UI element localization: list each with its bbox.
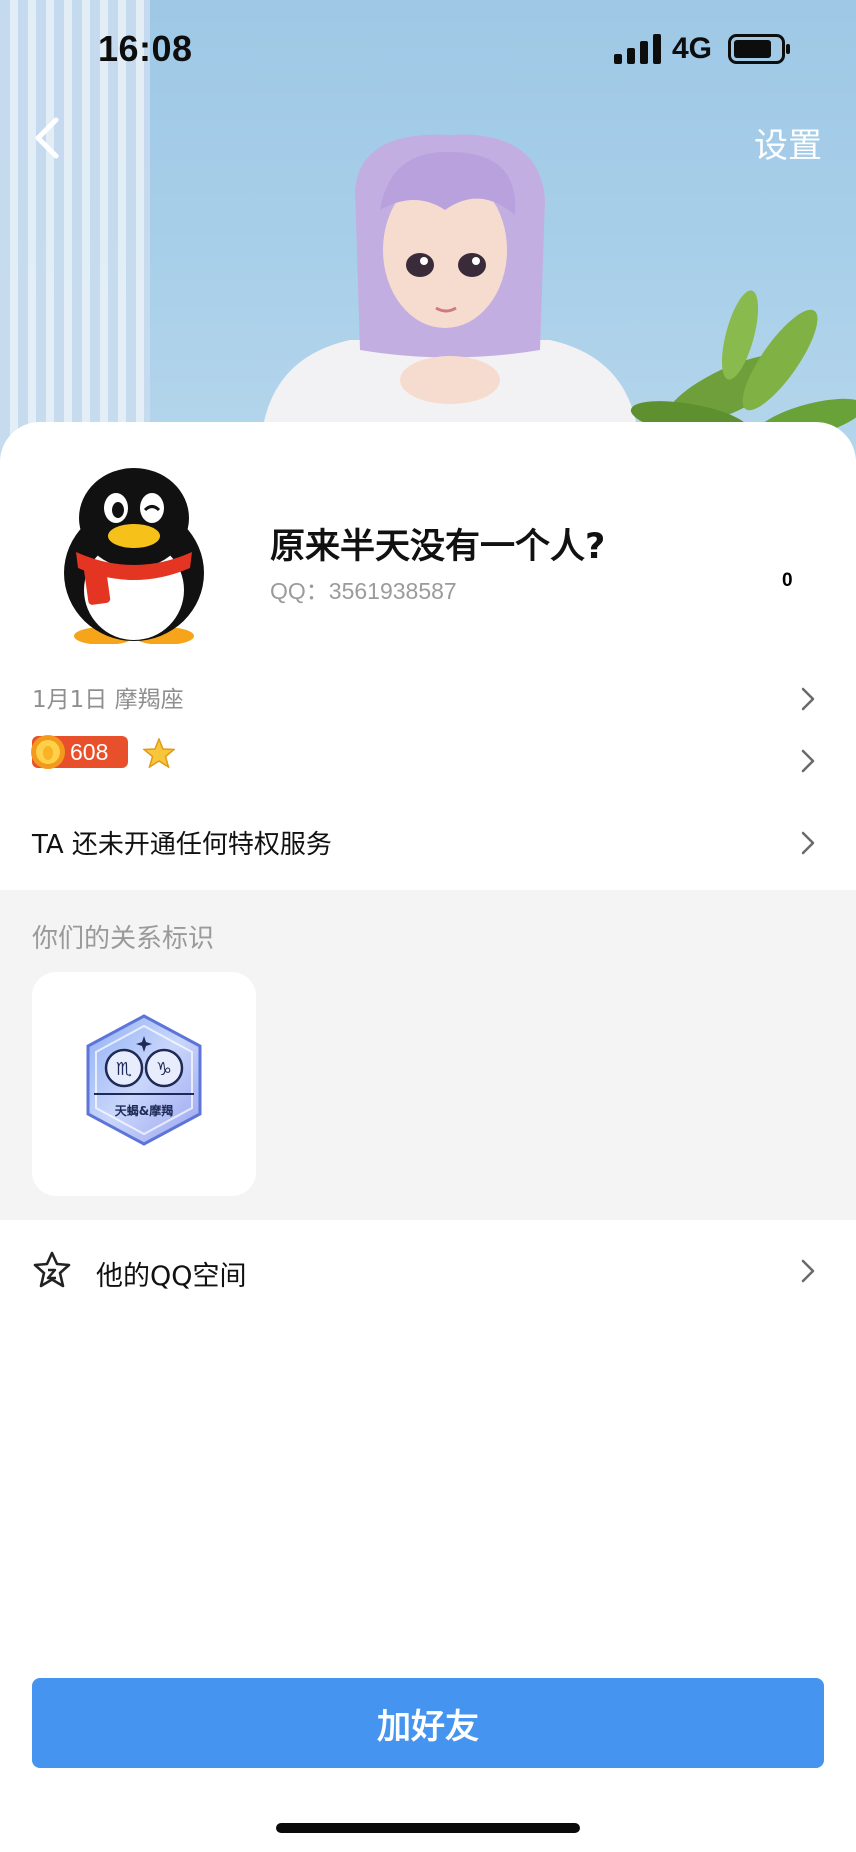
- settings-button[interactable]: 设置: [754, 118, 822, 167]
- profile-cover: 16:08 4G 设置: [0, 0, 856, 460]
- like-count[interactable]: 0: [782, 570, 793, 592]
- signal-icon: [614, 34, 661, 64]
- status-bar: 16:08 4G: [0, 0, 856, 100]
- qzone-star-icon: [33, 1251, 71, 1288]
- chevron-right-icon: [801, 1259, 815, 1283]
- chevron-left-icon[interactable]: [30, 116, 64, 160]
- network-type: 4G: [672, 32, 713, 65]
- star-icon: [143, 738, 175, 768]
- battery-icon: [728, 34, 790, 64]
- svg-text:♑: ♑: [156, 1059, 172, 1080]
- level-row[interactable]: 608: [0, 734, 856, 790]
- birthday-zodiac-text: 1月1日 摩羯座: [32, 687, 184, 713]
- level-badges: 608: [0, 735, 200, 776]
- relation-title: 你们的关系标识: [32, 924, 215, 954]
- zodiac-scorpio-capricorn-badge: ♏ ♑ 天蝎&摩羯: [86, 1014, 202, 1146]
- birthday-row[interactable]: 1月1日 摩羯座: [0, 662, 856, 734]
- level-value: 608: [70, 739, 109, 765]
- home-indicator[interactable]: [276, 1823, 580, 1833]
- chevron-right-icon: [801, 687, 815, 711]
- privilege-row[interactable]: TA 还未开通任何特权服务: [0, 790, 856, 890]
- cover-avatar-figure: [260, 134, 640, 460]
- relation-badge-tile[interactable]: ♏ ♑ 天蝎&摩羯: [32, 972, 256, 1196]
- sun-coin-icon: [31, 735, 65, 769]
- chevron-right-icon: [801, 749, 815, 773]
- status-time: 16:08: [98, 28, 193, 69]
- qzone-row[interactable]: 他的QQ空间: [0, 1230, 856, 1310]
- privilege-text: TA 还未开通任何特权服务: [32, 830, 332, 860]
- qq-penguin-icon[interactable]: [56, 468, 212, 644]
- relation-section: 你们的关系标识 ♏ ♑ 天蝎&摩羯: [0, 890, 856, 1220]
- qzone-label: 他的QQ空间: [96, 1261, 247, 1292]
- level-badge: 608: [31, 735, 128, 769]
- svg-text:♏: ♏: [116, 1059, 132, 1080]
- qq-number: QQ：3561938587: [270, 578, 457, 604]
- relation-badge-label: 天蝎&摩羯: [115, 1103, 173, 1118]
- profile-nickname: 原来半天没有一个人?: [270, 527, 606, 567]
- chevron-right-icon: [801, 831, 815, 855]
- add-friend-button[interactable]: 加好友: [32, 1678, 824, 1768]
